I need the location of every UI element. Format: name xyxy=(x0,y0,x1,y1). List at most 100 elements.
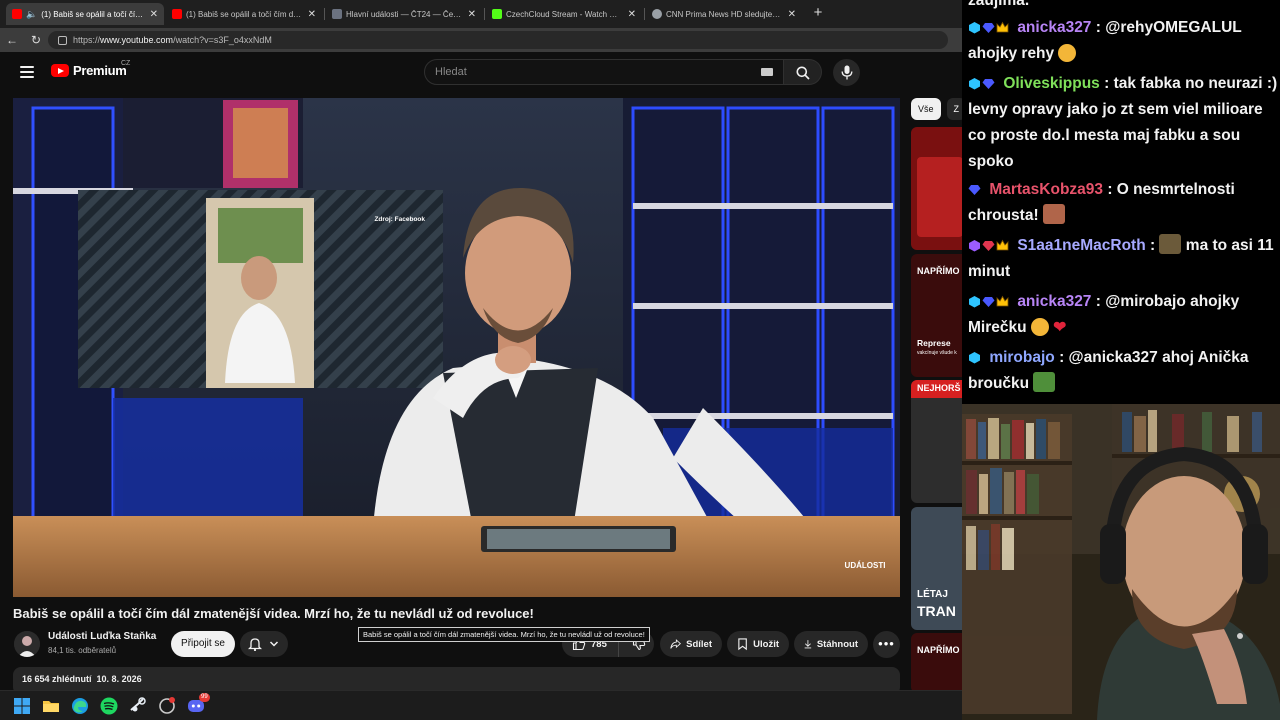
close-tab-icon[interactable]: ✕ xyxy=(308,9,316,20)
close-tab-icon[interactable]: ✕ xyxy=(468,9,476,20)
cube-badge-icon xyxy=(969,22,980,34)
video-title: Babiš se opálil a točí čím dál zmatenějš… xyxy=(13,606,534,621)
close-tab-icon[interactable]: ✕ xyxy=(788,9,796,20)
new-tab-button[interactable]: + xyxy=(808,3,828,23)
chat-username[interactable]: MartasKobza93 xyxy=(989,181,1103,198)
gem-badge-icon xyxy=(982,79,995,89)
steam-icon[interactable] xyxy=(128,696,148,716)
channel-avatar[interactable] xyxy=(14,631,40,657)
more-actions-button[interactable]: ••• xyxy=(873,631,900,658)
youtube-favicon-icon xyxy=(172,9,182,19)
save-button[interactable]: Uložit xyxy=(727,631,789,657)
gem-badge-red-icon xyxy=(982,241,995,251)
download-icon xyxy=(804,640,812,649)
chat-message: Oliveskippus : tak fabka no neurazi :) l… xyxy=(968,71,1278,175)
search-icon xyxy=(796,66,810,80)
related-video-thumbnail[interactable]: NEJHORŠ xyxy=(911,380,962,503)
tab-title: Hlavní události — ČT24 — Česká televize xyxy=(346,9,462,19)
related-video-thumbnail[interactable]: NAPŘÍMO xyxy=(911,633,962,690)
search-input[interactable]: Hledat xyxy=(424,59,784,85)
gem-badge-icon xyxy=(982,297,995,307)
crown-badge-icon xyxy=(996,21,1009,33)
address-bar: ← ↻ https://www.youtube.com/watch?v=s3F_… xyxy=(0,28,962,52)
thumbnail-image xyxy=(917,157,962,237)
video-frame: Zdroj: Facebook UDÁLOSTI xyxy=(13,98,900,597)
download-button[interactable]: Stáhnout xyxy=(794,631,868,657)
title-tooltip: Babiš se opálil a točí čím dál zmatenějš… xyxy=(358,627,650,642)
chat-username[interactable]: mirobajo xyxy=(989,349,1054,366)
join-button[interactable]: Připojit se xyxy=(171,631,235,657)
microphone-icon xyxy=(841,65,852,80)
related-filter-chips: Vše Z xyxy=(911,98,962,120)
gem-badge-icon xyxy=(968,185,981,195)
url-field[interactable]: https://www.youtube.com/watch?v=s3F_o4xx… xyxy=(48,31,948,49)
tab-separator xyxy=(484,8,485,20)
keyboard-icon[interactable] xyxy=(761,68,773,76)
view-count: 16 654 zhlédnutí xyxy=(22,674,92,684)
chat-username[interactable]: anicka327 xyxy=(1017,19,1091,36)
streamer-webcam xyxy=(962,404,1280,720)
discord-badge: 99 xyxy=(199,693,210,702)
download-label: Stáhnout xyxy=(816,638,858,650)
browser-tab-bar: 🔈 (1) Babiš se opálil a točí čím dál zma… xyxy=(0,0,962,28)
chip-all[interactable]: Vše xyxy=(911,98,941,120)
windows-icon[interactable] xyxy=(12,696,32,716)
back-icon[interactable]: ← xyxy=(4,32,20,48)
tab-kick[interactable]: CzechCloud Stream - Watch Live on Kick ✕ xyxy=(486,3,642,25)
tab-cnn-prima[interactable]: CNN Prima News HD sledujte online ✕ xyxy=(646,3,802,25)
close-tab-icon[interactable]: ✕ xyxy=(628,9,636,20)
youtube-logo-icon xyxy=(51,64,69,77)
tab-title: (1) Babiš se opálil a točí čím dál zmate… xyxy=(186,9,302,19)
cube-badge-icon xyxy=(969,78,980,90)
youtube-premium-logo[interactable]: Premium CZ xyxy=(51,60,131,78)
voice-search-button[interactable] xyxy=(833,59,860,86)
search-placeholder: Hledat xyxy=(435,66,467,78)
related-video-thumbnail[interactable]: NAPŘÍMO Represe vakcínuje všude k xyxy=(911,254,962,377)
description-box[interactable]: 16 654 zhlédnutí 10. 8. 2026 xyxy=(13,667,900,690)
reload-icon[interactable]: ↻ xyxy=(28,32,44,48)
chat-username[interactable]: S1aa1neMacRoth xyxy=(1017,237,1145,254)
kick-favicon-icon xyxy=(492,9,502,19)
channel-name[interactable]: Události Luďka Staňka xyxy=(48,631,156,642)
app-icon[interactable] xyxy=(157,696,177,716)
tab-youtube-2[interactable]: (1) Babiš se opálil a točí čím dál zmate… xyxy=(166,3,322,25)
tab-separator xyxy=(644,8,645,20)
chat-message: S1aa1neMacRoth : ma to asi 11 minut xyxy=(968,233,1278,285)
related-video-thumbnail[interactable]: LÉTAJ TRAN xyxy=(911,507,962,630)
site-info-icon[interactable] xyxy=(58,35,67,45)
related-video-thumbnail[interactable] xyxy=(911,127,962,250)
logo-region: CZ xyxy=(121,60,131,67)
tab-ct24[interactable]: Hlavní události — ČT24 — Česká televize … xyxy=(326,3,482,25)
chat-username[interactable]: anicka327 xyxy=(1017,293,1091,310)
crown-badge-icon xyxy=(996,295,1009,307)
webcam-frame xyxy=(962,404,1280,720)
chat-username[interactable]: Oliveskippus xyxy=(1003,75,1099,92)
cube-badge-icon xyxy=(969,296,980,308)
chat-text: : @rehyOMEGALUL ahojky rehy xyxy=(968,19,1242,62)
save-label: Uložit xyxy=(753,638,779,650)
video-player[interactable]: Zdroj: Facebook UDÁLOSTI xyxy=(13,98,900,597)
chip-from-channel[interactable]: Z xyxy=(946,98,962,120)
speaker-icon[interactable]: 🔈 xyxy=(26,9,37,20)
stream-chat: zaujímá. anicka327 : @rehyOMEGALUL ahojk… xyxy=(962,0,1280,404)
thumbnail-subcaption: TRAN xyxy=(917,603,956,619)
overlay-source-label: Zdroj: Facebook xyxy=(374,216,425,223)
share-button[interactable]: Sdílet xyxy=(660,631,722,657)
thumbnail-caption: NAPŘÍMO xyxy=(917,266,960,276)
close-tab-icon[interactable]: ✕ xyxy=(150,9,158,20)
cube-badge-icon xyxy=(969,352,980,364)
kiss-emoji-icon xyxy=(1058,44,1077,62)
gem-badge-icon xyxy=(982,23,995,33)
edge-icon[interactable] xyxy=(70,696,90,716)
cat-emote-icon xyxy=(1159,234,1182,254)
thumbnail-caption: NEJHORŠ xyxy=(917,383,961,393)
search-button[interactable] xyxy=(784,59,822,85)
crown-badge-icon xyxy=(996,239,1009,251)
url-text: https://www.youtube.com/watch?v=s3F_o4xx… xyxy=(73,35,272,45)
upload-date: 10. 8. 2026 xyxy=(96,674,142,684)
subscribe-notifications-button[interactable] xyxy=(240,631,288,657)
tab-youtube-active[interactable]: 🔈 (1) Babiš se opálil a točí čím dál zma… xyxy=(6,3,164,25)
spotify-icon[interactable] xyxy=(99,696,119,716)
file-explorer-icon[interactable] xyxy=(41,696,61,716)
menu-icon[interactable] xyxy=(20,66,34,78)
